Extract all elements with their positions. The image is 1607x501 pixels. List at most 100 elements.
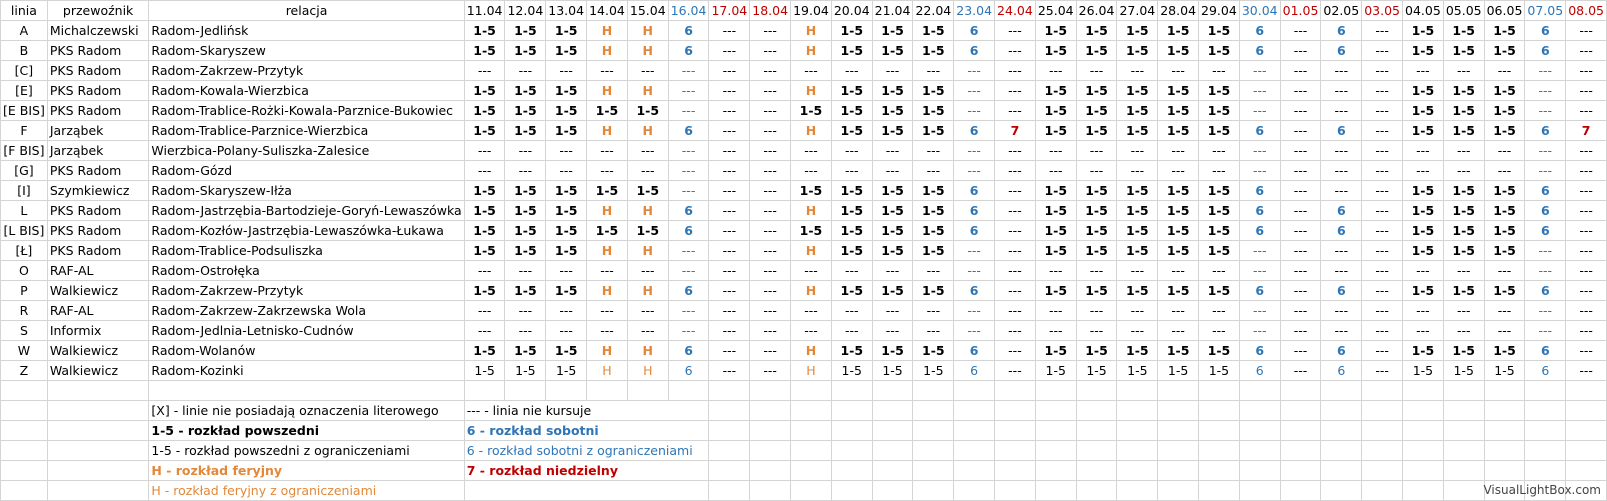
- schedule-cell: ---: [1279, 320, 1322, 341]
- row-przewoznik: Jarząbek: [46, 120, 150, 141]
- row-relacja: Radom-Skaryszew: [148, 40, 465, 61]
- schedule-cell: ---: [1320, 260, 1363, 281]
- schedule-cell: 1-5: [1402, 120, 1444, 141]
- schedule-cell: 1-5: [1034, 20, 1077, 41]
- schedule-cell: ---: [586, 160, 628, 181]
- schedule-cell: ---: [1238, 160, 1281, 181]
- schedule-cell: ---: [1279, 40, 1322, 61]
- schedule-cell: 1-5: [1483, 100, 1526, 121]
- schedule-cell: ---: [1238, 300, 1281, 321]
- schedule-cell: 1-5: [1075, 220, 1118, 241]
- schedule-cell: ---: [1442, 260, 1485, 281]
- schedule-cell: H: [790, 240, 832, 261]
- schedule-cell: 1-5: [912, 120, 955, 141]
- legend-item: [X] - linie nie posiadają oznaczenia lit…: [148, 400, 465, 421]
- schedule-cell: 1-5: [586, 220, 628, 241]
- schedule-cell: ---: [1279, 200, 1322, 221]
- schedule-cell: 1-5: [504, 20, 547, 41]
- header-date: 13.04: [545, 0, 588, 21]
- schedule-cell: 1-5: [1483, 340, 1526, 361]
- empty-cell: [830, 460, 873, 481]
- schedule-cell: 1-5: [504, 180, 547, 201]
- empty-cell: [994, 480, 1036, 501]
- row-linia: B: [0, 40, 48, 61]
- empty-cell: [1320, 400, 1363, 421]
- empty-cell: [1116, 480, 1159, 501]
- empty-cell: [1075, 440, 1118, 461]
- schedule-cell: 1-5: [1034, 120, 1077, 141]
- schedule-cell: 1-5: [830, 80, 873, 101]
- schedule-cell: ---: [708, 120, 751, 141]
- schedule-cell: 6: [1238, 340, 1281, 361]
- schedule-cell: 1-5: [545, 340, 588, 361]
- row-relacja: Radom-Kowala-Wierzbica: [148, 80, 465, 101]
- empty-cell: [871, 400, 914, 421]
- empty-cell: [708, 400, 751, 421]
- schedule-cell: 6: [1238, 120, 1281, 141]
- schedule-cell: H: [586, 200, 628, 221]
- schedule-cell: 1-5: [1442, 340, 1485, 361]
- schedule-cell: 1-5: [1157, 240, 1200, 261]
- schedule-cell: 1-5: [1116, 220, 1159, 241]
- schedule-cell: 1-5: [1442, 80, 1485, 101]
- schedule-cell: 1-5: [1034, 360, 1077, 381]
- schedule-cell: 1-5: [1198, 340, 1240, 361]
- empty-cell: [1361, 420, 1404, 441]
- empty-cell: [1565, 460, 1607, 481]
- schedule-cell: ---: [1157, 160, 1200, 181]
- header-date: 02.05: [1320, 0, 1363, 21]
- schedule-cell: 1-5: [1402, 100, 1444, 121]
- empty-cell: [1442, 460, 1485, 481]
- schedule-cell: ---: [1238, 140, 1281, 161]
- schedule-cell: ---: [586, 320, 628, 341]
- row-relacja: Radom-Gózd: [148, 160, 465, 181]
- empty-cell: [994, 420, 1036, 441]
- schedule-cell: ---: [953, 60, 996, 81]
- schedule-cell: 6: [667, 340, 710, 361]
- schedule-cell: 1-5: [463, 220, 506, 241]
- schedule-cell: ---: [912, 320, 955, 341]
- schedule-cell: 1-5: [871, 220, 914, 241]
- empty-cell: [912, 400, 955, 421]
- schedule-cell: ---: [994, 360, 1036, 381]
- schedule-cell: H: [586, 240, 628, 261]
- header-date: 22.04: [912, 0, 955, 21]
- schedule-cell: ---: [749, 20, 792, 41]
- row-linia: [I]: [0, 180, 48, 201]
- schedule-cell: 6: [667, 120, 710, 141]
- schedule-cell: 1-5: [463, 240, 506, 261]
- schedule-cell: ---: [871, 320, 914, 341]
- header-date: 04.05: [1402, 0, 1444, 21]
- header-row: linia przewoźnik relacja 11.04 12.04 13.04 14.…: [0, 0, 1607, 21]
- empty-cell: [708, 440, 751, 461]
- schedule-cell: 1-5: [1157, 40, 1200, 61]
- empty-cell: [1157, 400, 1200, 421]
- schedule-cell: 1-5: [1157, 80, 1200, 101]
- schedule-cell: 1-5: [871, 180, 914, 201]
- schedule-cell: 6: [1320, 200, 1363, 221]
- empty-cell: [1279, 400, 1322, 421]
- schedule-cell: ---: [1524, 100, 1567, 121]
- header-date: 03.05: [1361, 0, 1404, 21]
- table-row: O RAF-AL Radom-Ostrołęka --- --- --- --- --- ---…: [0, 260, 1607, 281]
- schedule-cell: ---: [1034, 140, 1077, 161]
- schedule-cell: ---: [994, 60, 1036, 81]
- schedule-cell: ---: [994, 200, 1036, 221]
- schedule-cell: ---: [1279, 300, 1322, 321]
- empty-cell: [1075, 380, 1118, 401]
- schedule-cell: 1-5: [830, 20, 873, 41]
- schedule-cell: 1-5: [463, 280, 506, 301]
- schedule-cell: H: [586, 40, 628, 61]
- watermark-text: VisualLightBox.com: [1483, 483, 1601, 497]
- row-przewoznik: PKS Radom: [46, 200, 150, 221]
- schedule-cell: 6: [1238, 220, 1281, 241]
- table-row: L PKS Radom Radom-Jastrzębia-Bartodzieje-G…: [0, 200, 1607, 221]
- schedule-cell: 1-5: [1075, 20, 1118, 41]
- schedule-cell: 6: [1238, 180, 1281, 201]
- schedule-cell: 1-5: [1442, 180, 1485, 201]
- schedule-cell: ---: [1320, 240, 1363, 261]
- empty-cell: [1483, 460, 1526, 481]
- empty-cell: [708, 480, 751, 501]
- schedule-cell: ---: [1238, 60, 1281, 81]
- schedule-cell: 6: [1238, 280, 1281, 301]
